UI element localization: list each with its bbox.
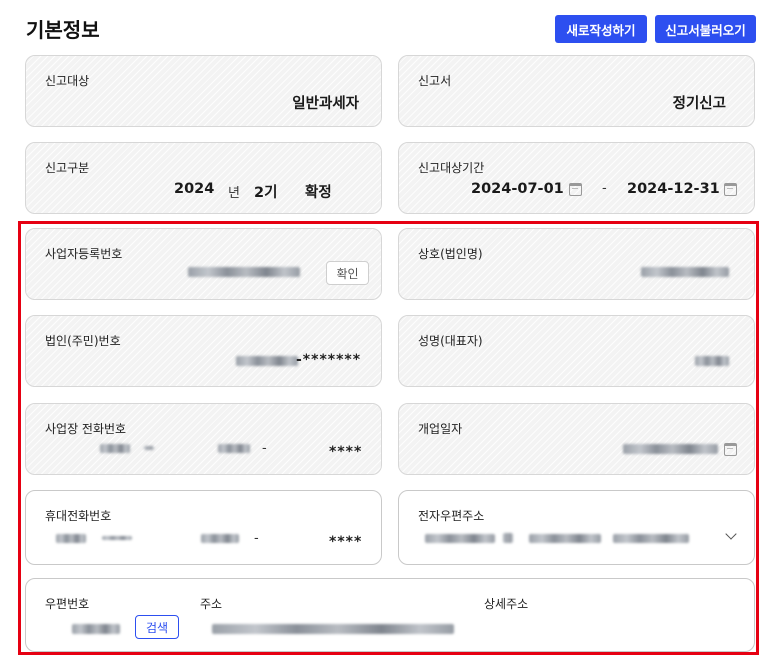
- address-value[interactable]: [212, 624, 454, 634]
- mobile-phone-masked: ****: [329, 534, 363, 550]
- mobile-phone-part1: [56, 534, 86, 543]
- business-phone-part2: [218, 444, 250, 453]
- corp-no-masked: -*******: [296, 352, 362, 368]
- report-form-label: 신고서: [418, 74, 452, 88]
- business-phone-masked: ****: [329, 444, 363, 460]
- report-target-label: 신고대상: [45, 74, 90, 88]
- new-report-button[interactable]: 새로작성하기: [555, 15, 647, 43]
- report-form-field: 신고서 정기신고: [398, 55, 755, 127]
- business-phone-separator: -: [262, 441, 267, 456]
- representative-label: 성명(대표자): [418, 334, 483, 348]
- email-domain-select: [613, 534, 689, 543]
- calendar-icon[interactable]: [569, 183, 582, 196]
- address-field: 우편번호 검색 주소 상세주소: [25, 578, 755, 652]
- business-phone-part1b: [144, 446, 154, 450]
- period-separator: -: [602, 181, 607, 196]
- mobile-phone-label: 휴대전화번호: [45, 509, 112, 523]
- business-reg-no-label: 사업자등록번호: [45, 247, 123, 261]
- mobile-phone-field[interactable]: 휴대전화번호 - ****: [25, 490, 382, 565]
- zip-code-value: [72, 624, 120, 634]
- corp-no-label: 법인(주민)번호: [45, 334, 121, 348]
- calendar-icon[interactable]: [724, 183, 737, 196]
- business-phone-field: 사업장 전화번호 - ****: [25, 403, 382, 475]
- representative-value: [695, 356, 729, 366]
- address-label: 주소: [200, 597, 223, 611]
- period-start-date[interactable]: 2024-07-01: [471, 181, 564, 197]
- business-phone-part1: [100, 444, 130, 453]
- open-date-value: [623, 444, 718, 454]
- report-target-value: 일반과세자: [292, 96, 359, 112]
- email-field[interactable]: 전자우편주소: [398, 490, 755, 565]
- mobile-phone-part1b: [102, 536, 132, 540]
- report-period-label: 신고대상기간: [418, 161, 485, 175]
- report-form-value: 정기신고: [672, 96, 726, 112]
- report-year-value: 2024: [174, 181, 215, 197]
- report-status-value: 확정: [305, 185, 332, 201]
- email-domain-part: [529, 534, 601, 543]
- email-at-part: [503, 533, 513, 543]
- confirm-button[interactable]: 확인: [326, 261, 369, 285]
- detail-address-label: 상세주소: [484, 597, 529, 611]
- company-name-value: [641, 267, 729, 277]
- report-type-field: 신고구분 2024 년 2기 확정: [25, 142, 382, 214]
- report-year-unit: 년: [228, 186, 240, 201]
- report-period-value: 2기: [254, 185, 278, 201]
- representative-field: 성명(대표자): [398, 315, 755, 387]
- load-report-button[interactable]: 신고서불러오기: [655, 15, 756, 43]
- company-name-label: 상호(법인명): [418, 247, 483, 261]
- email-local-part: [425, 534, 495, 543]
- open-date-field: 개업일자: [398, 403, 755, 475]
- report-target-field: 신고대상 일반과세자: [25, 55, 382, 127]
- corp-no-field: 법인(주민)번호 -*******: [25, 315, 382, 387]
- business-reg-no-value: [188, 267, 300, 277]
- business-phone-label: 사업장 전화번호: [45, 422, 127, 436]
- page-title: 기본정보: [26, 18, 100, 42]
- chevron-down-icon[interactable]: [725, 528, 737, 540]
- business-reg-no-field: 사업자등록번호 확인: [25, 228, 382, 300]
- zip-code-label: 우편번호: [45, 597, 90, 611]
- address-search-button[interactable]: 검색: [135, 615, 179, 639]
- company-name-field: 상호(법인명): [398, 228, 755, 300]
- report-period-field: 신고대상기간 2024-07-01 - 2024-12-31: [398, 142, 755, 214]
- corp-no-value: [236, 356, 298, 366]
- open-date-label: 개업일자: [418, 422, 463, 436]
- email-label: 전자우편주소: [418, 509, 485, 523]
- period-end-date[interactable]: 2024-12-31: [627, 181, 720, 197]
- mobile-phone-separator: -: [254, 531, 259, 546]
- report-type-label: 신고구분: [45, 161, 90, 175]
- calendar-icon[interactable]: [724, 443, 737, 456]
- mobile-phone-part2: [201, 534, 239, 543]
